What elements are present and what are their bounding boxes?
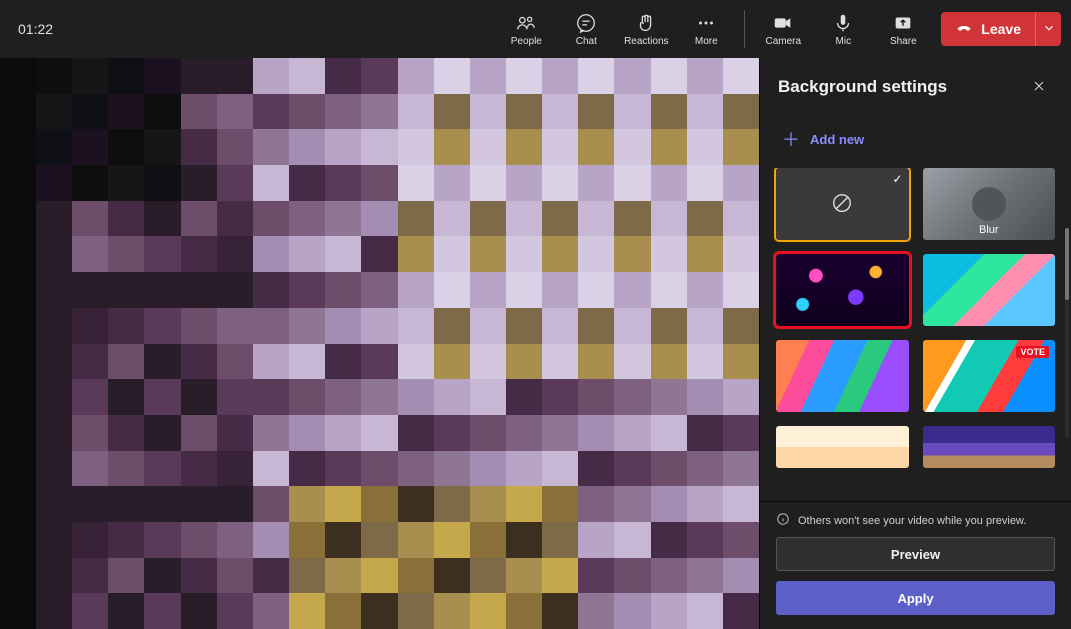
bg-option-blur[interactable]: Blur — [923, 168, 1056, 240]
preview-button[interactable]: Preview — [776, 537, 1055, 571]
more-button[interactable]: More — [678, 4, 734, 54]
add-new-button[interactable]: ＋ Add new — [760, 116, 1071, 168]
apply-button[interactable]: Apply — [776, 581, 1055, 615]
bg-option-image-4[interactable]: VOTE — [923, 340, 1056, 412]
bg-option-image-6[interactable] — [923, 426, 1056, 468]
avatar-icon — [972, 187, 1006, 221]
meeting-toolbar: 01:22 People Chat Reactions More — [0, 0, 1071, 58]
bg-option-image-5[interactable] — [776, 426, 909, 468]
camera-button[interactable]: Camera — [755, 4, 811, 54]
bg-option-image-2[interactable] — [923, 254, 1056, 326]
check-icon: ✓ — [892, 172, 902, 186]
video-pixelated-mosaic — [36, 58, 759, 629]
leave-menu-caret[interactable] — [1035, 12, 1061, 46]
bg-option-none[interactable]: ✓ — [776, 168, 909, 240]
background-settings-panel: Background settings ＋ Add new — [759, 58, 1071, 629]
plus-icon: ＋ — [782, 126, 800, 152]
bg-option-image-1[interactable] — [776, 254, 909, 326]
video-preview — [0, 58, 759, 629]
reactions-button[interactable]: Reactions — [618, 4, 674, 54]
chevron-down-icon — [1042, 21, 1056, 38]
close-icon — [1031, 78, 1047, 97]
leave-button[interactable]: Leave — [941, 12, 1035, 46]
panel-title: Background settings — [778, 77, 947, 97]
close-panel-button[interactable] — [1025, 73, 1053, 101]
bg-option-image-3[interactable] — [776, 340, 909, 412]
share-icon — [892, 12, 914, 34]
people-icon — [515, 12, 537, 34]
ellipsis-icon — [695, 12, 717, 34]
people-button[interactable]: People — [498, 4, 554, 54]
meeting-timer: 01:22 — [10, 21, 61, 37]
hand-icon — [635, 12, 657, 34]
camera-icon — [772, 12, 794, 34]
mic-button[interactable]: Mic — [815, 4, 871, 54]
preview-note: Others won't see your video while you pr… — [760, 501, 1071, 537]
panel-scrollbar-thumb[interactable] — [1065, 228, 1069, 300]
mic-icon — [832, 12, 854, 34]
chat-icon — [575, 12, 597, 34]
none-icon — [831, 192, 853, 217]
hangup-icon — [955, 19, 973, 40]
share-button[interactable]: Share — [875, 4, 931, 54]
toolbar-divider — [744, 10, 745, 48]
info-icon — [776, 512, 790, 529]
chat-button[interactable]: Chat — [558, 4, 614, 54]
